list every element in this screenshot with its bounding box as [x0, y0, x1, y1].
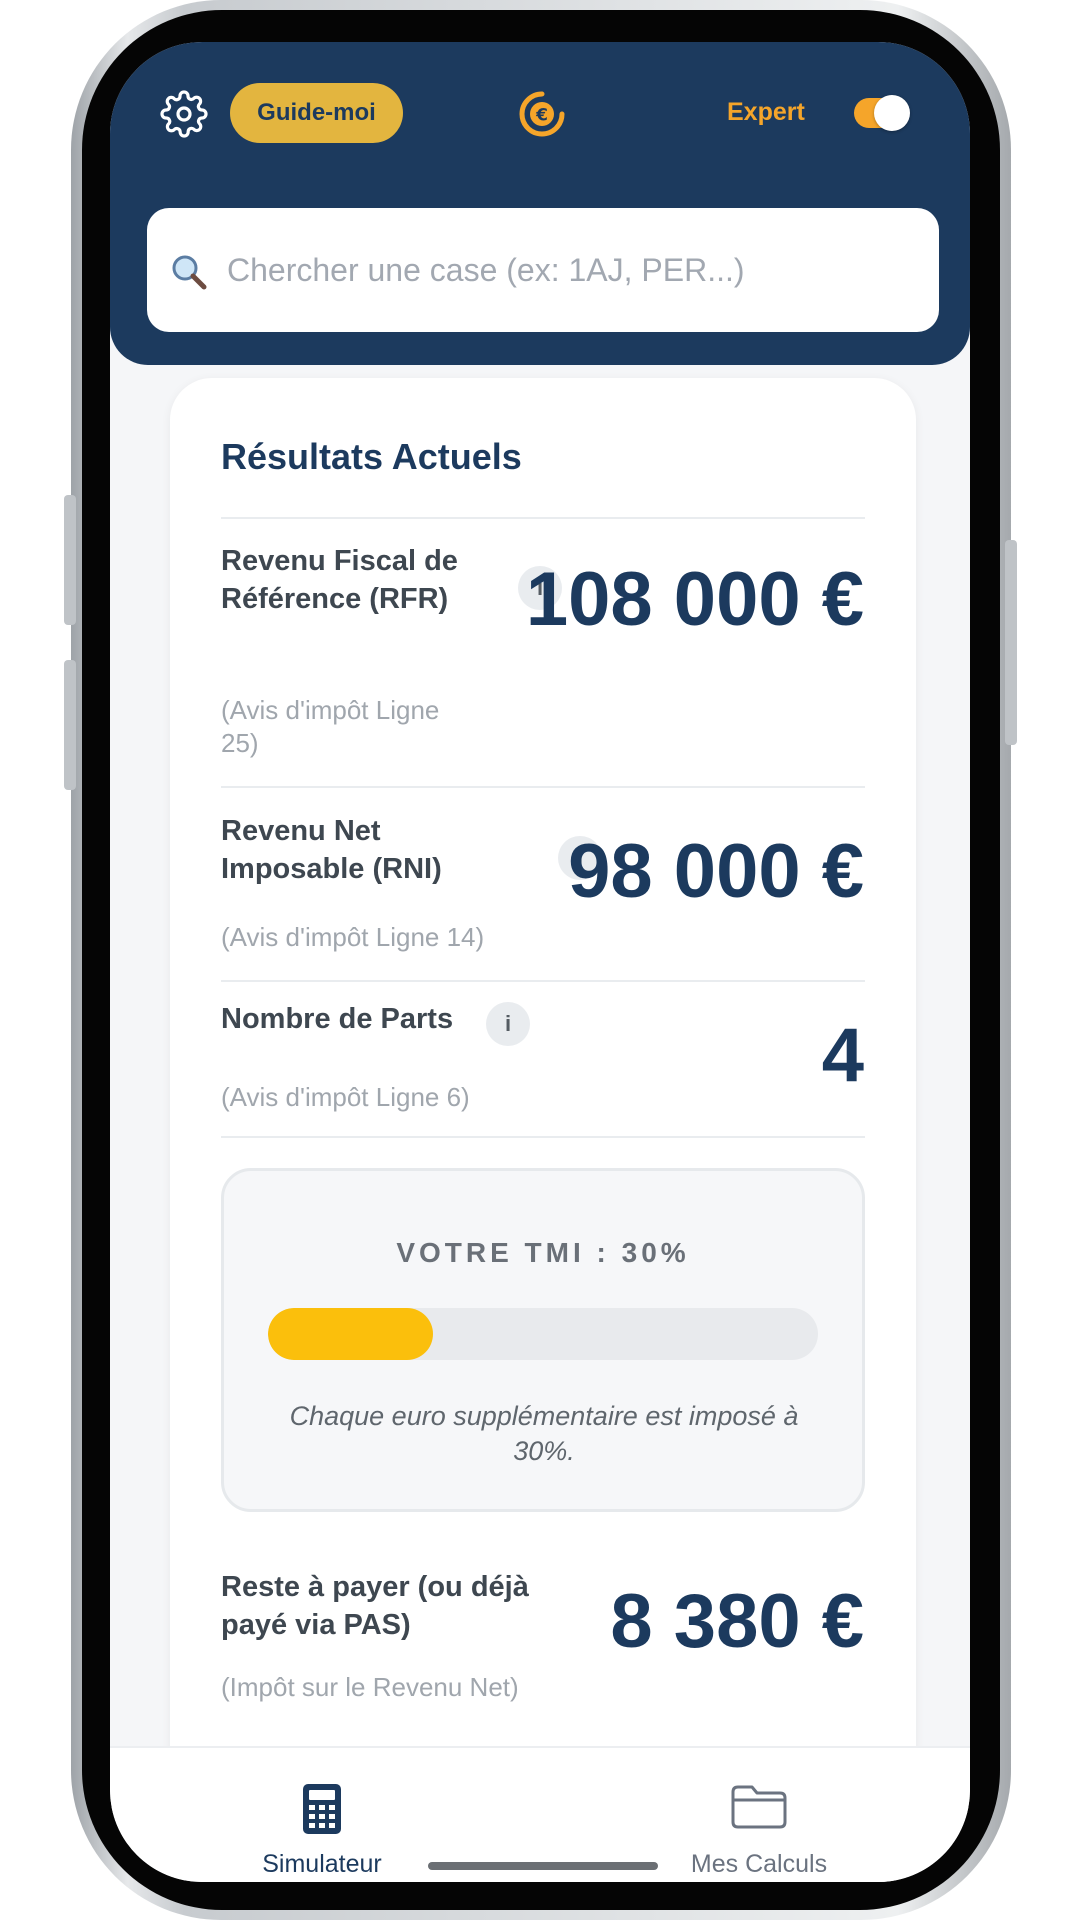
volume-up-button — [64, 495, 76, 625]
divider — [221, 1136, 865, 1138]
gear-icon[interactable] — [160, 90, 208, 138]
tmi-panel: VOTRE TMI : 30% Chaque euro supplémentai… — [221, 1168, 865, 1512]
rni-value: 98 000 € — [568, 829, 864, 914]
power-button — [1005, 540, 1017, 745]
remaining-tax-label: Reste à payer (ou déjà payé via PAS) — [221, 1571, 529, 1641]
search-input[interactable] — [227, 238, 917, 302]
parts-source-note: (Avis d'impôt Ligne 6) — [221, 1082, 470, 1112]
euro-logo-icon: € — [519, 91, 565, 137]
app-header: Guide-moi € Expert — [110, 42, 970, 365]
nav-my-calculations[interactable]: Mes Calculs — [649, 1778, 869, 1878]
volume-down-button — [64, 660, 76, 790]
search-bar — [147, 208, 939, 332]
guide-me-button[interactable]: Guide-moi — [230, 83, 403, 143]
results-card: Résultats Actuels Revenu Fiscal de Référ… — [170, 378, 916, 1778]
results-title: Résultats Actuels — [221, 436, 522, 477]
rfr-value: 108 000 € — [525, 557, 864, 642]
nav-my-calculations-label: Mes Calculs — [690, 1850, 828, 1878]
bottom-navigation: Simulateur Mes Calculs — [110, 1746, 970, 1882]
divider — [221, 786, 865, 788]
nav-simulator-label: Simulateur — [262, 1850, 382, 1878]
folder-icon — [731, 1785, 787, 1829]
home-indicator[interactable] — [428, 1862, 658, 1870]
search-icon — [172, 255, 207, 290]
parts-value: 4 — [821, 1013, 864, 1098]
toggle-knob — [874, 95, 910, 131]
remaining-tax-value: 8 380 € — [610, 1579, 864, 1664]
nav-simulator[interactable]: Simulateur — [212, 1778, 432, 1878]
expert-mode-toggle[interactable] — [854, 95, 910, 131]
rni-source-note: (Avis d'impôt Ligne 14) — [221, 922, 485, 952]
tmi-progress-fill — [268, 1308, 433, 1360]
tmi-explanation: Chaque euro supplémentaire est imposé à … — [289, 1401, 799, 1466]
expert-mode-label: Expert — [727, 98, 805, 126]
rfr-source-note: (Avis d'impôt Ligne 25) — [221, 695, 440, 758]
calculator-icon — [303, 1784, 341, 1834]
tmi-progress-bar — [268, 1308, 818, 1360]
rfr-label: Revenu Fiscal de Référence (RFR) — [221, 545, 458, 615]
divider — [221, 517, 865, 519]
parts-label: Nombre de Parts — [221, 1003, 454, 1035]
parts-info-icon[interactable]: i — [486, 1002, 530, 1046]
svg-text:€: € — [535, 106, 548, 126]
rni-label: Revenu Net Imposable (RNI) — [221, 815, 442, 885]
divider — [221, 980, 865, 982]
tmi-title: VOTRE TMI : 30% — [396, 1237, 690, 1268]
app-screen: Guide-moi € Expert Résultats Actuels Rev… — [110, 42, 970, 1882]
remaining-tax-source-note: (Impôt sur le Revenu Net) — [221, 1672, 519, 1702]
